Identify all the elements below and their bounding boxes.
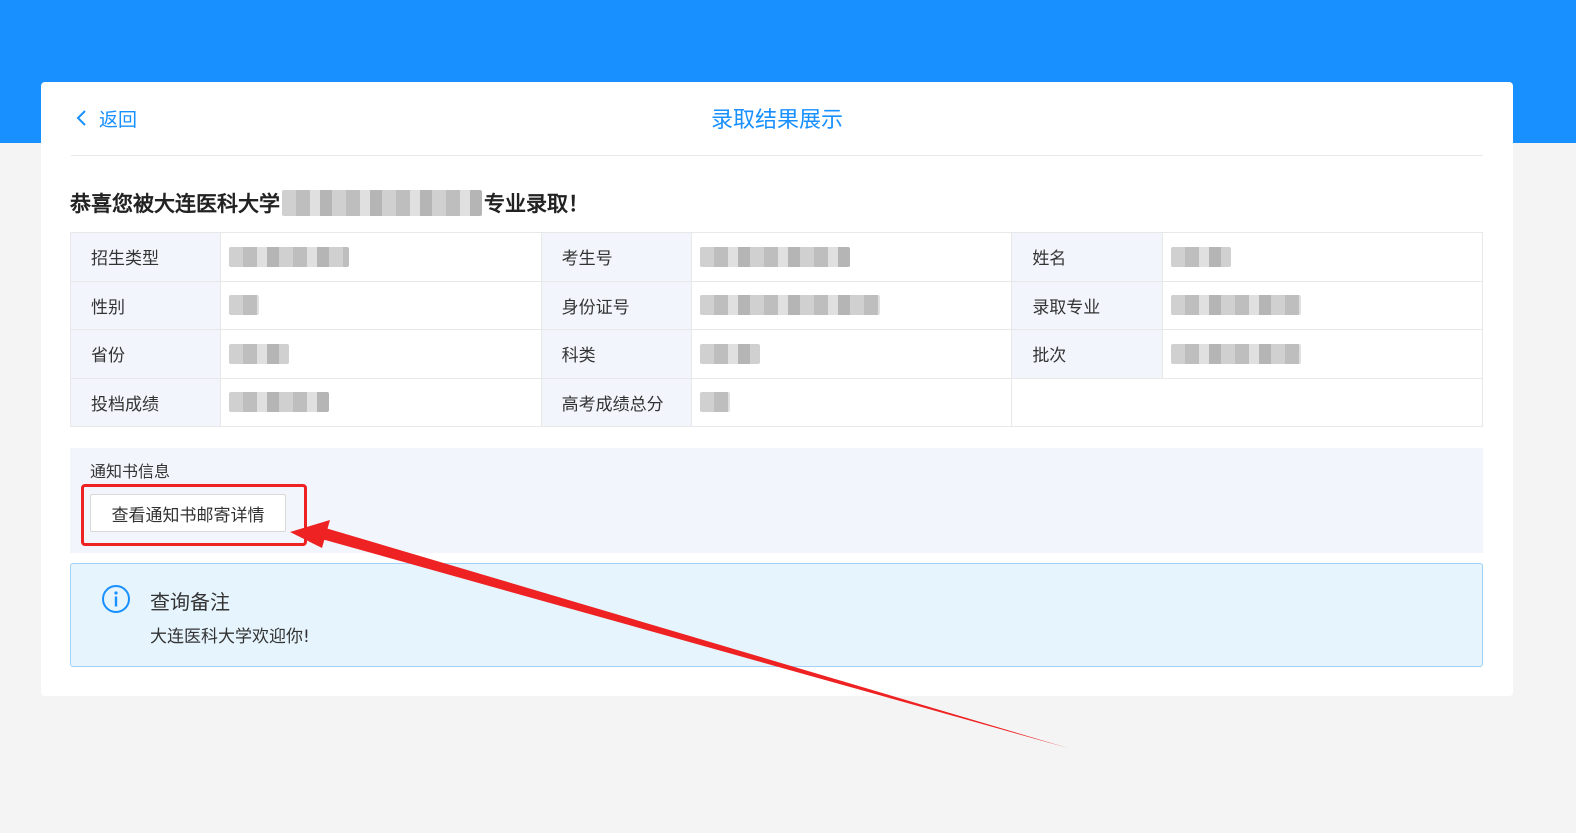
table-row: 招生类型 考生号 姓名 [69, 232, 1484, 282]
table-row: 省份 科类 批次 [69, 329, 1484, 379]
cell-label: 姓名 [1011, 232, 1163, 282]
notice-label: 通知书信息 [90, 462, 171, 481]
cell-label: 考生号 [540, 232, 692, 282]
cell-label: 省份 [69, 329, 222, 379]
empty-cell [1011, 377, 1483, 427]
cell-value-redacted [690, 280, 1013, 330]
annotation-highlight-box [81, 484, 307, 546]
cell-value-redacted [690, 232, 1013, 282]
cell-value-redacted [690, 377, 1013, 427]
cell-value-redacted [1161, 232, 1484, 282]
info-circle-icon [102, 585, 130, 613]
cell-label: 录取专业 [1011, 280, 1163, 330]
cell-label: 招生类型 [69, 232, 222, 282]
cell-label: 投档成绩 [69, 377, 222, 427]
cell-value-redacted [1161, 329, 1484, 379]
cell-value-redacted [220, 329, 542, 379]
cell-value-redacted [220, 280, 542, 330]
cell-value-redacted [1161, 280, 1484, 330]
cell-value-redacted [690, 329, 1013, 379]
headline-prefix: 恭喜您被大连医科大学 [70, 192, 280, 216]
table-row: 性别 身份证号 录取专业 [69, 280, 1484, 330]
cell-label: 批次 [1011, 329, 1163, 379]
cell-label: 性别 [69, 280, 222, 330]
query-remark-alert: 查询备注 大连医科大学欢迎你! [70, 563, 1483, 667]
cell-value-redacted [220, 377, 542, 427]
cell-label: 科类 [540, 329, 692, 379]
table-row: 投档成绩 高考成绩总分 [69, 377, 1483, 427]
headline-suffix: 专业录取！ [484, 192, 589, 216]
redacted-major [282, 190, 482, 216]
cell-value-redacted [220, 232, 542, 282]
result-card: 返回 录取结果展示 恭喜您被大连医科大学 专业录取！ 招生类型 考生号 姓名 性… [41, 82, 1513, 696]
remark-title: 查询备注 [150, 590, 230, 614]
card-header: 返回 录取结果展示 [71, 82, 1483, 156]
cell-label: 高考成绩总分 [540, 377, 692, 427]
cell-label: 身份证号 [540, 280, 692, 330]
page-title: 录取结果展示 [710, 108, 843, 133]
admission-info-table: 招生类型 考生号 姓名 性别 身份证号 录取专业 省份 科类 批次 投档成绩 高 [69, 232, 1484, 427]
admission-headline: 恭喜您被大连医科大学 专业录取！ [70, 188, 589, 218]
remark-text: 大连医科大学欢迎你! [150, 627, 310, 647]
